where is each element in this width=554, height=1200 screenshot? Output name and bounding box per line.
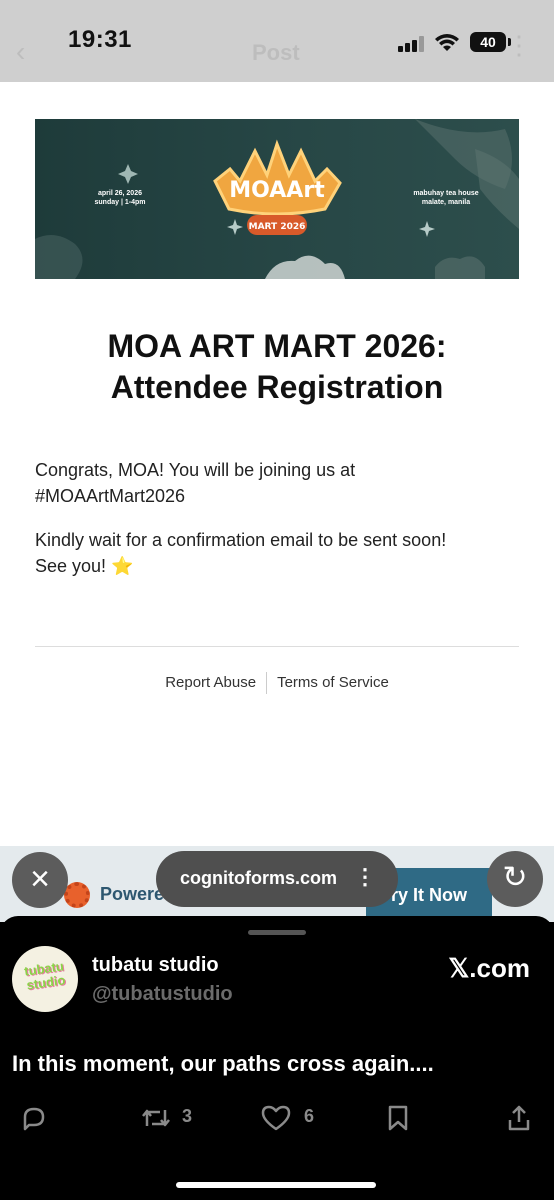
- like-count: 6: [304, 1106, 315, 1126]
- message-line-1: Congrats, MOA! You will be joining us at: [35, 460, 356, 480]
- hashtag-line: #MOAArtMart2026: [35, 486, 186, 506]
- terms-of-service-link[interactable]: Terms of Service: [267, 674, 399, 691]
- retweet-icon[interactable]: [140, 1104, 172, 1132]
- banner-logo-subtext: MART 2026: [249, 222, 306, 232]
- banner-logo-text: MOAArt: [229, 178, 325, 203]
- banner-date: april 26, 2026 sunday | 1-4pm: [85, 189, 155, 207]
- powered-by-label[interactable]: Powere: [100, 884, 164, 905]
- sheet-grabber[interactable]: [248, 930, 306, 935]
- share-icon[interactable]: [506, 1104, 532, 1132]
- tweet-text: In this moment, our paths cross again...…: [12, 1051, 434, 1076]
- star-icon: ⭐: [111, 556, 134, 576]
- display-name[interactable]: tubatu studio: [92, 954, 219, 977]
- post-header-title: Post: [252, 40, 300, 65]
- banner-venue: mabuhay tea house malate, manila: [401, 189, 491, 207]
- footer-divider: [35, 646, 519, 647]
- battery-icon: 40: [470, 32, 511, 52]
- like-icon[interactable]: [260, 1104, 292, 1132]
- banner-venue-line: mabuhay tea house: [413, 190, 479, 197]
- avatar-logo-text: tubatu studio: [16, 958, 73, 993]
- form-page: MOAArt MART 2026 april 26, 2026 sunday |…: [0, 82, 554, 846]
- wifi-icon: [435, 34, 459, 51]
- banner-time-line: sunday | 1-4pm: [94, 199, 146, 206]
- cellular-signal-icon: [398, 36, 426, 52]
- reply-icon[interactable]: [20, 1104, 48, 1132]
- event-banner: MOAArt MART 2026 april 26, 2026 sunday |…: [35, 119, 519, 279]
- url-text: cognitoforms.com: [180, 868, 338, 888]
- tweet-sheet: tubatu studio tubatu studio @tubatustudi…: [0, 916, 554, 1200]
- wait-message: Kindly wait for a confirmation email to …: [35, 527, 519, 579]
- user-handle[interactable]: @tubatustudio: [92, 983, 233, 1006]
- home-indicator[interactable]: [176, 1182, 376, 1188]
- title-line-1: MOA ART MART 2026:: [107, 328, 447, 364]
- reload-icon[interactable]: ↻: [487, 851, 543, 907]
- footer-links: Report Abuse Terms of Service: [0, 672, 554, 694]
- banner-location-line: malate, manila: [421, 199, 471, 206]
- retweet-count: 3: [182, 1106, 193, 1126]
- url-bar[interactable]: cognitoforms.com ⋮: [156, 851, 398, 907]
- tweet-actions: 3 6: [0, 1104, 554, 1134]
- status-bar: ‹ 19:31 Post 40 ⋮: [0, 0, 554, 82]
- avatar[interactable]: tubatu studio: [12, 946, 78, 1012]
- confirmation-message: Congrats, MOA! You will be joining us at…: [35, 457, 519, 509]
- wait-line-1: Kindly wait for a confirmation email to …: [35, 530, 447, 550]
- title-line-2: Attendee Registration: [110, 369, 444, 405]
- more-vertical-icon[interactable]: ⋮: [354, 864, 376, 890]
- status-time: 19:31: [68, 26, 132, 53]
- close-icon[interactable]: ×: [12, 852, 68, 908]
- bookmark-icon[interactable]: [386, 1104, 410, 1132]
- cognito-gear-icon: [64, 882, 90, 908]
- wait-line-2: See you!: [35, 556, 107, 576]
- more-options-icon[interactable]: ⋮: [506, 30, 532, 61]
- back-chevron-icon[interactable]: ‹: [16, 36, 25, 68]
- page-title: MOA ART MART 2026: Attendee Registration: [0, 326, 554, 408]
- banner-date-line: april 26, 2026: [98, 190, 142, 197]
- x-logo-link[interactable]: 𝕏.com: [448, 953, 530, 984]
- report-abuse-link[interactable]: Report Abuse: [155, 674, 266, 691]
